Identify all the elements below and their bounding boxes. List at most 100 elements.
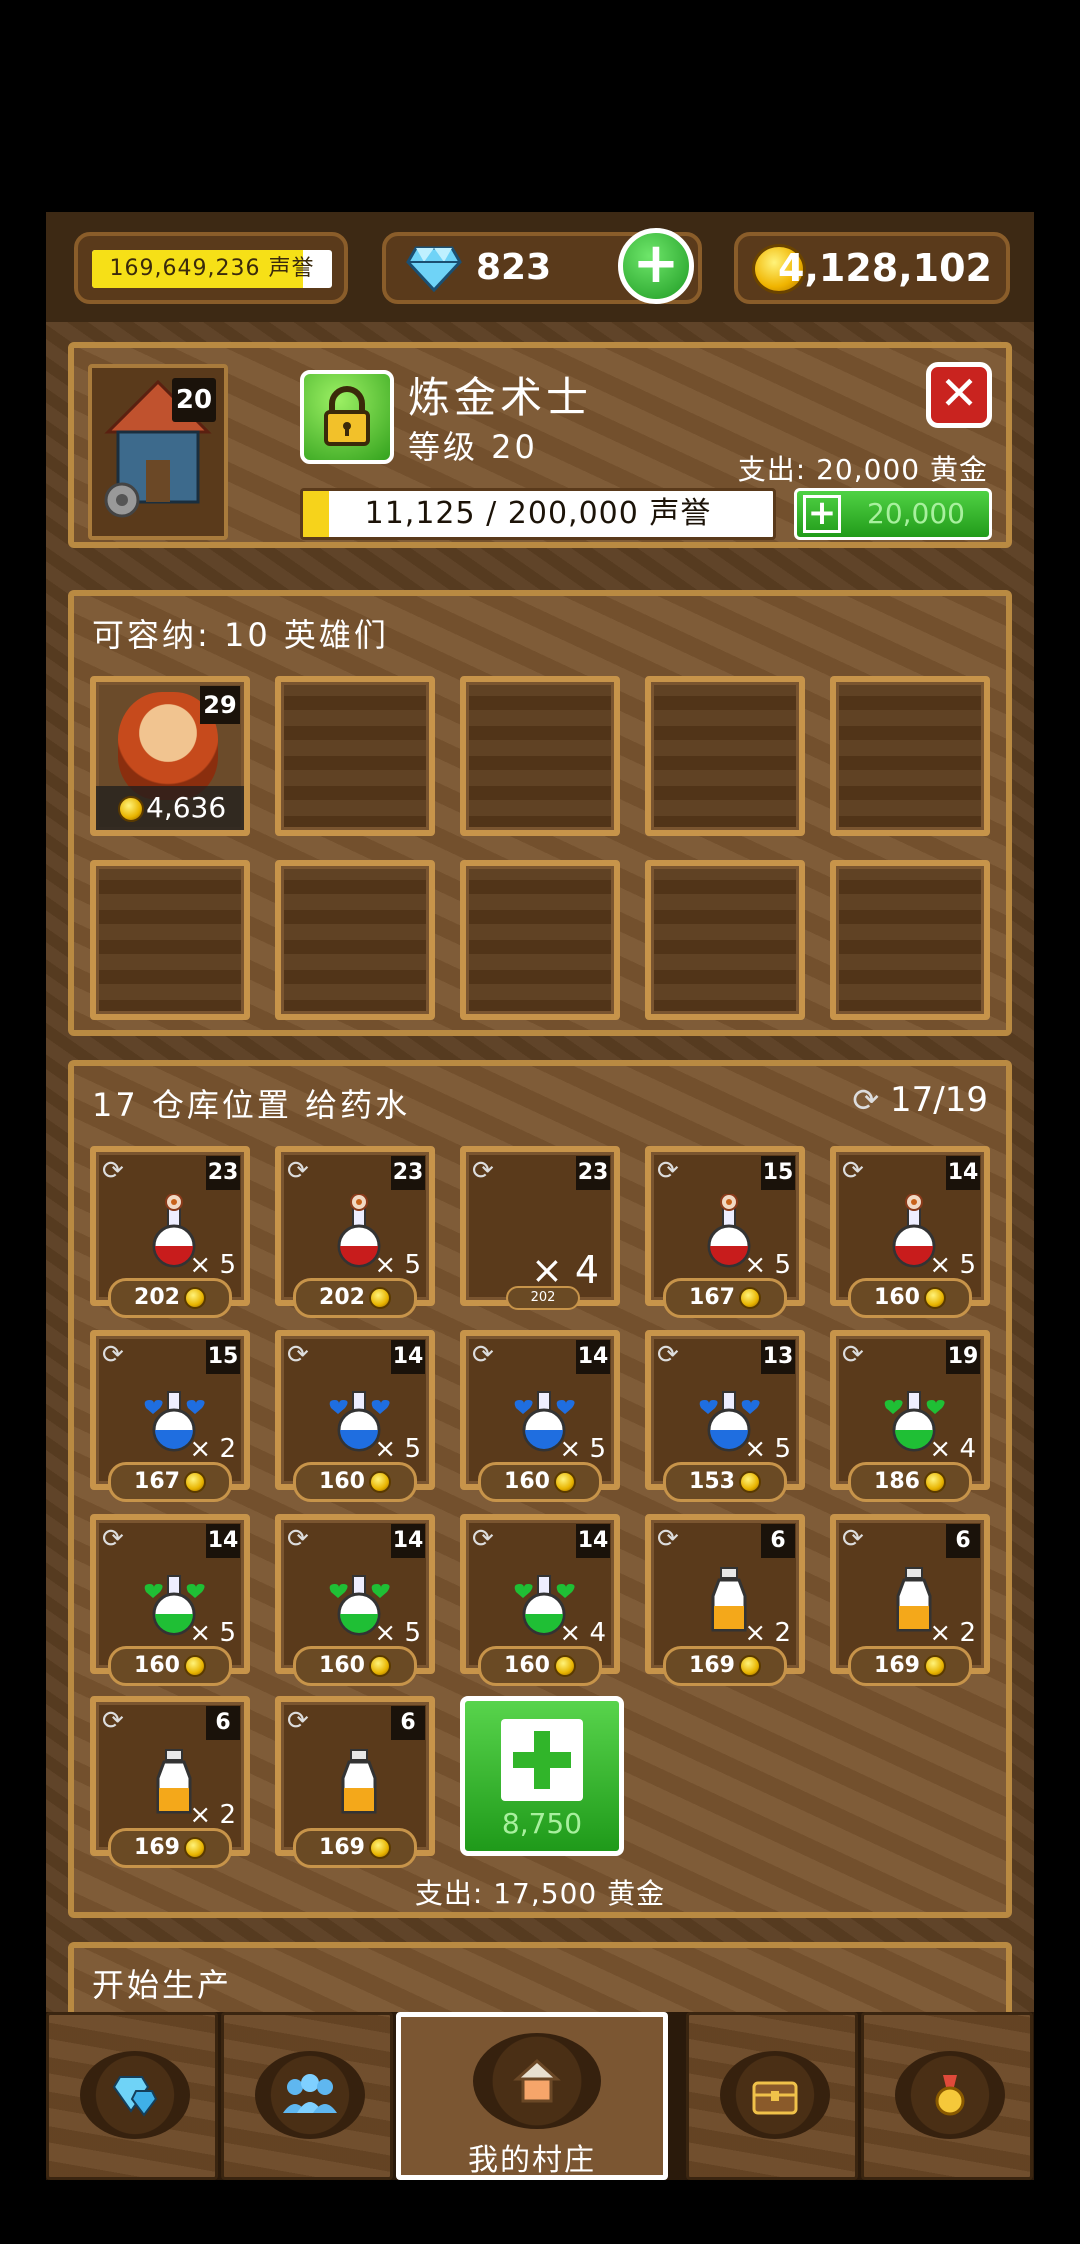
medal-icon <box>935 2075 965 2116</box>
empty-hero-slot[interactable] <box>460 676 620 836</box>
potion-slot[interactable]: ⟳ 15 × 2 167 <box>90 1330 250 1502</box>
potion-slot[interactable]: ⟳ 15 × 5 167 <box>645 1146 805 1318</box>
potion-quantity: × 5 <box>744 1434 791 1464</box>
potion-price: 202 <box>134 1285 180 1310</box>
potion-price: 160 <box>134 1653 180 1678</box>
empty-hero-slot[interactable] <box>90 860 250 1020</box>
refresh-icon: ⟳ <box>657 1340 679 1370</box>
gold-coin-icon <box>738 1471 761 1493</box>
potion-slot[interactable]: ⟳ 14 × 4 160 <box>460 1514 620 1686</box>
top-bar: 169,649,236 声誉 823 + 4,128,102 <box>46 212 1034 322</box>
potion-level-badge: 6 <box>206 1706 240 1740</box>
close-button[interactable]: ✕ <box>926 362 992 428</box>
nav-village-button[interactable]: 我的村庄 <box>396 2012 668 2180</box>
empty-hero-slot[interactable] <box>645 676 805 836</box>
building-thumbnail[interactable]: 20 <box>88 364 228 540</box>
gold-coin-icon <box>553 1471 576 1493</box>
add-storage-slot-button[interactable]: 8,750 <box>460 1696 624 1856</box>
bottle-potion-icon <box>341 1749 377 1814</box>
potion-price: 160 <box>504 1653 550 1678</box>
hero-price: 4,636 <box>96 786 244 830</box>
gold-coin-icon <box>738 1655 761 1677</box>
potion-slot[interactable]: ⟳ 23 × 5 202 <box>275 1146 435 1318</box>
potion-price-tag: 167 <box>663 1278 787 1318</box>
lock-button[interactable] <box>300 370 394 464</box>
potion-storage-panel: 17 仓库位置 给药水 ⟳ 17/19 ⟳ 23 × 5 202 ⟳ 23 × 5 202 ⟳ 2… <box>68 1060 1012 1918</box>
gold-counter[interactable]: 4,128,102 <box>734 232 1010 304</box>
potion-level-badge: 14 <box>391 1524 425 1558</box>
refresh-icon: ⟳ <box>472 1524 494 1554</box>
reputation-progress-bar: 11,125 / 200,000 声誉 <box>300 488 776 540</box>
building-level-text: 等级 20 <box>408 428 538 466</box>
potion-level-badge: 14 <box>391 1340 425 1374</box>
buy-gems-button[interactable]: + <box>618 228 694 304</box>
bottom-navigation: 我的村庄 <box>46 2012 1034 2180</box>
gold-coin-icon <box>368 1837 391 1859</box>
gem-upgrade-button[interactable]: + 20,000 <box>794 488 992 540</box>
potion-slot[interactable]: ⟳ 14 × 5 160 <box>275 1330 435 1502</box>
potion-price: 160 <box>874 1285 920 1310</box>
empty-hero-slot[interactable] <box>460 860 620 1020</box>
potion-slot[interactable]: ⟳ 6 × 2 169 <box>830 1514 990 1686</box>
potion-slot[interactable]: ⟳ 19 × 4 186 <box>830 1330 990 1502</box>
potion-slot[interactable]: ⟳ 6 × 2 169 <box>645 1514 805 1686</box>
potion-price: 153 <box>689 1469 735 1494</box>
potion-price-tag: 169 <box>848 1646 972 1686</box>
refresh-icon: ⟳ <box>472 1340 494 1370</box>
nav-heroes-button[interactable] <box>221 2012 393 2180</box>
hero-level-badge: 29 <box>200 686 240 724</box>
potion-level-badge: 23 <box>576 1156 610 1190</box>
production-title: 开始生产 <box>92 1966 233 2004</box>
potion-level-badge: 13 <box>761 1340 795 1374</box>
gold-coin-icon <box>923 1655 946 1677</box>
empty-hero-slot[interactable] <box>275 676 435 836</box>
nav-disc <box>720 2051 830 2139</box>
potion-quantity: × 2 <box>189 1434 236 1464</box>
potion-quantity: × 2 <box>189 1800 236 1830</box>
nav-chest-button[interactable] <box>686 2012 858 2180</box>
potion-price: 160 <box>504 1469 550 1494</box>
nav-shop-button[interactable] <box>46 2012 218 2180</box>
refresh-icon: ⟳ <box>287 1524 309 1554</box>
upgrade-cost: 支出: 20,000 黄金 <box>737 453 988 486</box>
potion-slot[interactable]: ⟳ 14 × 5 160 <box>275 1514 435 1686</box>
gold-coin-icon <box>183 1287 206 1309</box>
potion-slot[interactable]: ⟳ 23 × 5 202 <box>90 1146 250 1318</box>
empty-hero-slot[interactable] <box>275 860 435 1020</box>
heroes-capacity-title: 可容纳: 10 英雄们 <box>92 616 389 654</box>
potion-level-badge: 6 <box>391 1706 425 1740</box>
people-icon <box>283 2074 337 2113</box>
potion-slot[interactable]: ⟳ 14 × 5 160 <box>830 1146 990 1318</box>
potion-quantity: × 5 <box>374 1434 421 1464</box>
potion-quantity: × 5 <box>559 1434 606 1464</box>
gold-coin-icon <box>923 1471 946 1493</box>
potion-level-badge: 15 <box>761 1156 795 1190</box>
reputation-bar: 169,649,236 声誉 <box>92 250 332 288</box>
house-icon <box>513 2058 561 2103</box>
potion-slot[interactable]: ⟳ 6 169 <box>275 1696 435 1868</box>
refresh-icon: ⟳ <box>842 1524 864 1554</box>
potion-price-tag: 169 <box>663 1646 787 1686</box>
empty-hero-slot[interactable] <box>830 860 990 1020</box>
empty-hero-slot[interactable] <box>645 860 805 1020</box>
gold-count: 4,128,102 <box>778 246 992 290</box>
potion-slot[interactable]: ⟳ 14 × 5 160 <box>460 1330 620 1502</box>
empty-hero-slot[interactable] <box>830 676 990 836</box>
potion-slot[interactable]: ⟳ 14 × 5 160 <box>90 1514 250 1686</box>
potion-price: 186 <box>874 1469 920 1494</box>
refresh-icon: ⟳ <box>102 1156 124 1186</box>
potion-price-tag: 202 <box>108 1278 232 1318</box>
potion-price: 167 <box>689 1285 735 1310</box>
potion-price: 169 <box>874 1653 920 1678</box>
reputation-counter[interactable]: 169,649,236 声誉 <box>74 232 348 304</box>
gem-upgrade-cost: 20,000 <box>867 497 965 530</box>
potion-slot[interactable]: ⟳ 13 × 5 153 <box>645 1330 805 1502</box>
potion-level-badge: 23 <box>206 1156 240 1190</box>
nav-disc <box>895 2051 1005 2139</box>
hero-slot[interactable]: 29 4,636 <box>90 676 250 836</box>
nav-achievements-button[interactable] <box>861 2012 1033 2180</box>
building-name: 炼金术士 <box>408 373 593 422</box>
game-frame: 169,649,236 声誉 823 + 4,128,102 20 炼金术士 等… <box>46 212 1034 2180</box>
potion-slot[interactable]: ⟳ 23 × 4 202 <box>460 1146 620 1310</box>
potion-slot[interactable]: ⟳ 6 × 2 169 <box>90 1696 250 1868</box>
